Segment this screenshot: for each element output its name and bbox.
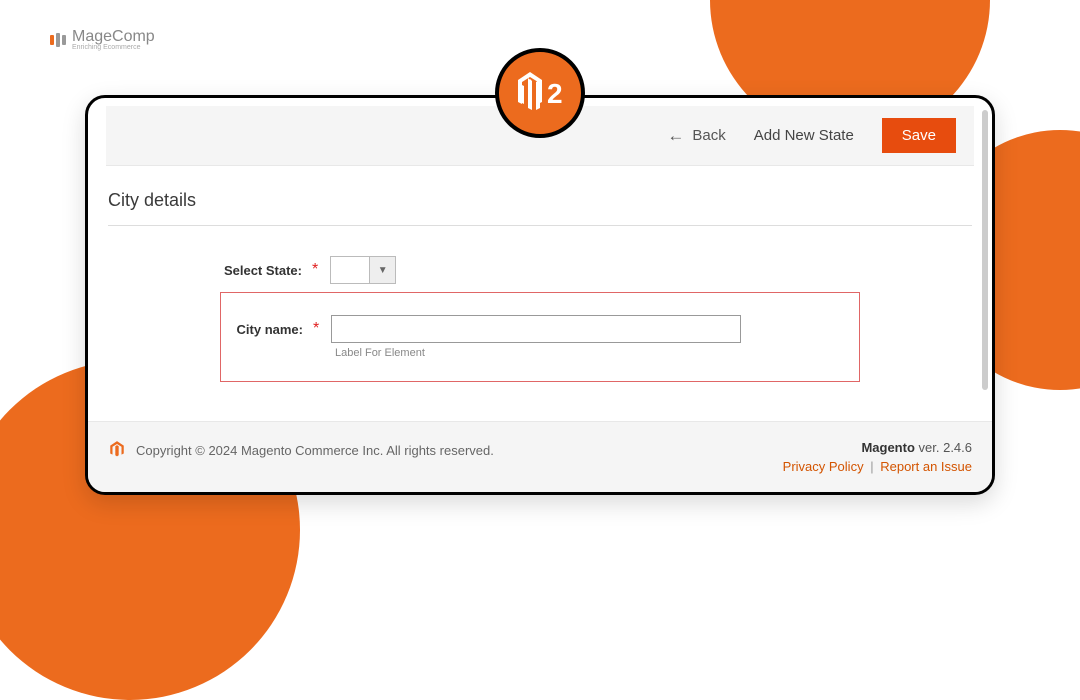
add-new-state-button[interactable]: Add New State [754,127,854,144]
back-button[interactable]: ← Back [667,126,725,146]
privacy-policy-link[interactable]: Privacy Policy [783,459,864,474]
save-button[interactable]: Save [882,118,956,153]
required-indicator: * [313,320,319,338]
back-label: Back [692,127,725,144]
magento2-badge: 2 [495,48,585,138]
scrollbar[interactable] [982,110,988,390]
chevron-down-icon[interactable]: ▼ [369,257,395,283]
select-state-row: Select State: * ▼ [220,256,972,284]
footer-brand: Magento [861,440,914,455]
arrow-left-icon: ← [667,126,684,146]
content-area: City details Select State: * ▼ City name… [88,166,992,382]
select-state-input[interactable] [331,257,369,283]
select-state-label: Select State: [220,263,308,278]
footer-version: ver. 2.4.6 [915,440,972,455]
report-issue-link[interactable]: Report an Issue [880,459,972,474]
city-name-input[interactable] [331,315,741,343]
footer: Copyright © 2024 Magento Commerce Inc. A… [88,421,992,492]
magento-icon [108,440,126,461]
highlighted-field-box: City name: * Label For Element [220,292,860,382]
logo-icon [50,33,66,47]
admin-window: ← Back Add New State Save City details S… [85,95,995,495]
required-indicator: * [312,261,318,279]
magento-icon: 2 [515,68,565,118]
copyright-text: Copyright © 2024 Magento Commerce Inc. A… [136,443,494,458]
separator: | [870,459,873,474]
section-title: City details [108,190,972,226]
city-name-helper: Label For Element [335,347,859,359]
select-state-dropdown[interactable]: ▼ [330,256,396,284]
city-name-row: City name: * [221,315,859,343]
svg-text:2: 2 [547,78,563,109]
magecomp-logo: MageComp Enriching Ecommerce [50,28,155,51]
city-name-label: City name: [221,322,309,337]
